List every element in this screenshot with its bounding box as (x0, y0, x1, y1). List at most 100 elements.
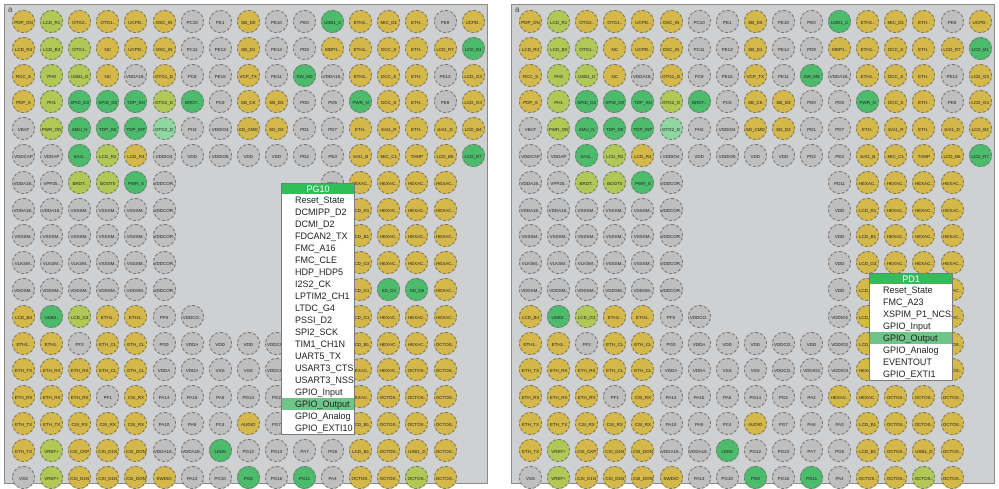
pin[interactable]: ETH_RX (12, 385, 35, 409)
pin[interactable]: SB_D0 (236, 10, 260, 33)
pin[interactable]: OCTOS.. (377, 412, 401, 435)
pin[interactable]: PDP_ON (12, 10, 35, 33)
pin[interactable]: SPID_D3 (68, 90, 92, 114)
pin[interactable]: VSSSM.. (519, 224, 542, 248)
pin[interactable]: HEXAC.. (377, 358, 401, 382)
pin[interactable]: VDDA18.. (547, 197, 571, 221)
pin[interactable]: ETH.. (912, 10, 936, 33)
pin[interactable]: VDD (264, 144, 288, 167)
menu-item[interactable]: GPIO_EXTI10 (282, 422, 354, 434)
pin[interactable]: CSI_RX (631, 385, 655, 409)
pin[interactable]: ETH_CL (124, 331, 148, 355)
menu-item[interactable]: LPTIM2_CH1 (282, 290, 354, 302)
menu-item[interactable]: USART3_CTS (282, 362, 354, 374)
pin[interactable]: VDD (743, 144, 767, 167)
pin[interactable]: SB_D1 (236, 36, 260, 60)
pin[interactable]: LED6 (208, 438, 232, 462)
pin[interactable]: SAI1_R (884, 117, 908, 141)
pin[interactable]: PH0 (40, 63, 64, 87)
pin[interactable]: PD7 (321, 117, 345, 141)
pin[interactable]: SPID_D0 (603, 90, 627, 114)
pin[interactable]: PA14 (659, 385, 683, 409)
pin[interactable]: LCD_R4 (12, 36, 35, 60)
pin[interactable]: SMU_N (68, 117, 92, 141)
pin[interactable]: PE11 (771, 63, 795, 87)
pin[interactable]: CSI_D1N (603, 438, 627, 462)
pin[interactable]: OTG1.. (68, 36, 92, 60)
pin[interactable]: LCD_B1 (856, 412, 880, 435)
pin[interactable]: LCD_R7 (433, 36, 457, 60)
pin[interactable]: LED6 (715, 438, 739, 462)
pin[interactable]: USB1_D (405, 438, 429, 462)
pin[interactable]: SAI1_D (433, 117, 457, 141)
pin[interactable]: CSI_DON (124, 438, 148, 462)
pin[interactable]: VDDSM.. (124, 278, 148, 301)
pin[interactable]: LCD_G3 (856, 251, 880, 275)
pin[interactable]: VDD (180, 144, 204, 167)
pin[interactable]: LCD_B1 (856, 224, 880, 248)
pin[interactable]: VDDA (180, 358, 204, 382)
pin[interactable]: OCTOS.. (856, 465, 880, 489)
pin[interactable]: OCTOS.. (940, 465, 964, 489)
menu-item[interactable]: GPIO_Output (870, 332, 952, 344)
pin[interactable]: PC4 (715, 412, 739, 435)
pin[interactable]: USB1_D (575, 63, 599, 87)
pin[interactable]: OCTOS.. (884, 412, 908, 435)
pin[interactable]: VSSSM.. (631, 197, 655, 221)
pin[interactable]: HEXAC.. (940, 251, 964, 275)
pin[interactable]: VDDA18.. (180, 438, 204, 462)
pin[interactable]: SB_D0 (743, 10, 767, 33)
pin[interactable]: CSI_DON (124, 465, 148, 489)
pin[interactable]: VSSSM.. (631, 224, 655, 248)
pin[interactable]: VSSSM.. (603, 197, 627, 221)
pin[interactable]: ETH_TX (519, 358, 542, 382)
menu-item[interactable]: XSPIM_P1_NCS2 (870, 308, 952, 320)
pinout-panel-left[interactable]: a PDP_ON LCD_R1 OTG2.. OTG1.. UCPD.. OSC_IN PC… (4, 4, 488, 489)
menu-item[interactable]: FMC_CLE (282, 254, 354, 266)
menu-item[interactable]: USART3_NSS (282, 374, 354, 386)
pin[interactable]: CSI_DON (631, 438, 655, 462)
pin[interactable]: OSC_IN (152, 36, 176, 60)
pin[interactable]: VDDIO4 (715, 117, 739, 141)
pin[interactable]: CSI_RX (603, 412, 627, 435)
pin[interactable]: PH2 (180, 117, 204, 141)
pin[interactable]: PA3 (828, 412, 852, 435)
pin[interactable]: SW_M0 (293, 63, 316, 87)
pin[interactable]: OCTOS.. (433, 385, 457, 409)
pin[interactable]: PD0 (293, 90, 316, 114)
pin[interactable]: VLKSM.. (519, 251, 542, 275)
pin[interactable]: VBAT (519, 117, 542, 141)
pin[interactable]: PG8 (743, 465, 767, 489)
pin[interactable]: VDDA18.. (152, 438, 176, 462)
pin[interactable]: VDDAP (40, 144, 64, 167)
pin[interactable]: VDD (828, 278, 852, 301)
pin[interactable]: ETH_TX (547, 412, 571, 435)
pin[interactable]: PDP_ON (519, 10, 542, 33)
pin[interactable]: TDP_SN (631, 90, 655, 114)
menu-item[interactable]: UART5_TX (282, 350, 354, 362)
pin[interactable]: PD2 (800, 144, 823, 167)
pin[interactable]: VDD (828, 224, 852, 248)
pin[interactable]: PD11 (828, 170, 852, 194)
pin[interactable]: ETH.. (912, 63, 936, 87)
pin[interactable]: PE13 (433, 63, 457, 87)
pin[interactable]: HEXAC.. (912, 224, 936, 248)
pin[interactable]: PC11 (180, 36, 204, 60)
pin[interactable]: ETH_TX (12, 438, 35, 462)
pin[interactable]: VBAT (12, 117, 35, 141)
pin[interactable]: RCC_S (12, 63, 35, 87)
pin[interactable]: LCD_G4 (968, 90, 992, 114)
pin[interactable]: PC9 (208, 90, 232, 114)
menu-item[interactable]: TIM1_CH1N (282, 338, 354, 350)
pin[interactable]: VDDCAP (12, 144, 35, 167)
pin[interactable]: ETH.. (856, 117, 880, 141)
pin[interactable]: HEXAC.. (856, 170, 880, 194)
pin[interactable]: TAMP (405, 144, 429, 167)
pin[interactable]: PC4 (208, 412, 232, 435)
pin[interactable]: VSSSM.. (547, 224, 571, 248)
pin[interactable]: OTG1.. (603, 10, 627, 33)
pin[interactable]: OTG1.. (96, 10, 120, 33)
pin[interactable]: PG13 (264, 438, 288, 462)
pin[interactable]: ETH_TX (519, 412, 542, 435)
pin[interactable]: HEXAC.. (405, 170, 429, 194)
